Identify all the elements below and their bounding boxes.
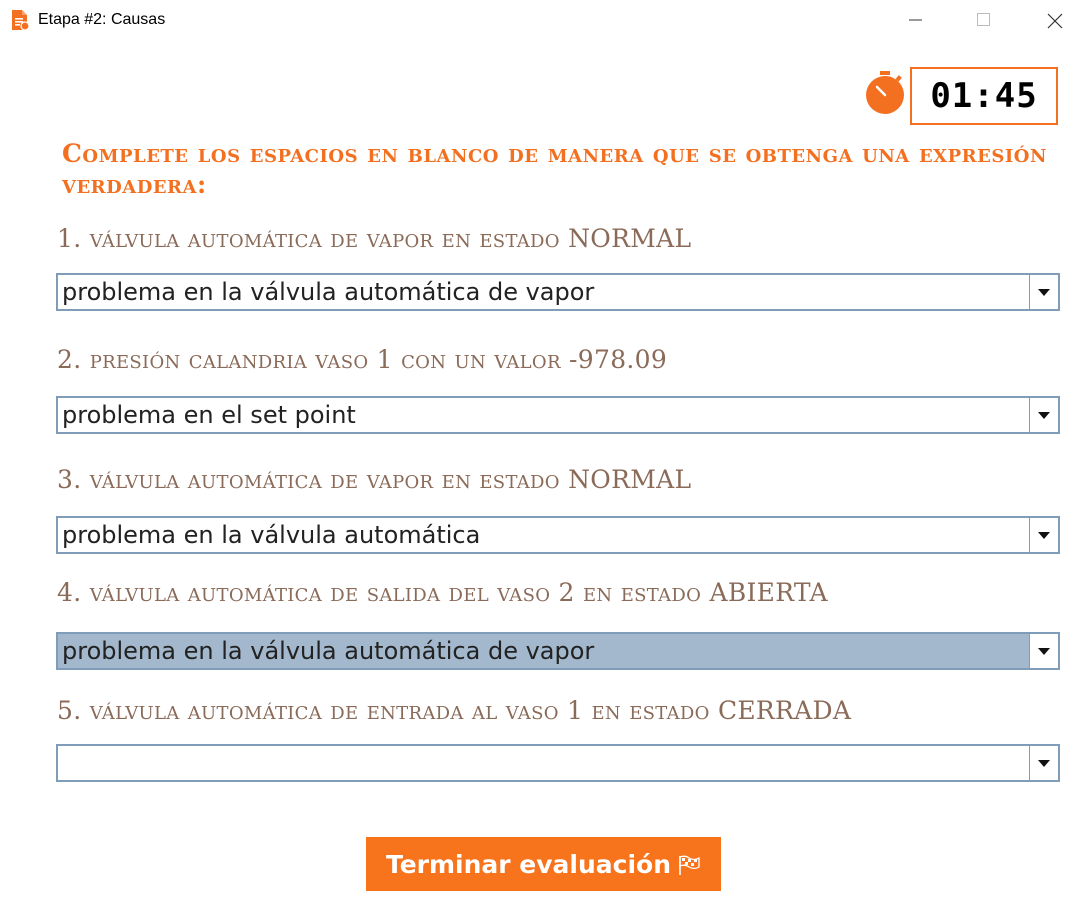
answer-4-dropdown[interactable]: problema en la válvula automática de vap… [56,632,1060,670]
answer-3-value: problema en la válvula automática [62,521,481,549]
question-3-label: 3. válvula automática de vapor en estado… [57,465,692,494]
chevron-down-icon [1038,289,1050,296]
title-bar: Etapa #2: Causas [0,0,1081,40]
answer-4-value: problema en la válvula automática de vap… [62,637,595,665]
close-button[interactable] [1031,4,1077,36]
question-4-label: 4. válvula automática de salida del vaso… [57,578,828,607]
checkered-flag-icon [677,853,701,875]
chevron-down-icon [1038,648,1050,655]
timer-value: 01:45 [930,76,1038,116]
question-1-label: 1. válvula automática de vapor en estado… [57,224,692,253]
minimize-button[interactable] [893,4,939,36]
finish-evaluation-button[interactable]: Terminar evaluación [366,837,721,891]
answer-3-dropdown[interactable]: problema en la válvula automática [56,516,1060,554]
maximize-icon [977,13,990,26]
answer-1-dropdown[interactable]: problema en la válvula automática de vap… [56,273,1060,311]
answer-2-dropdown-button[interactable] [1029,398,1058,432]
answer-2-dropdown[interactable]: problema en el set point [56,396,1060,434]
answer-4-value-area[interactable]: problema en la válvula automática de vap… [58,634,1030,668]
answer-4-dropdown-button[interactable] [1029,634,1058,668]
question-5-label: 5. válvula automática de entrada al vaso… [57,696,852,725]
answer-1-dropdown-button[interactable] [1029,275,1058,309]
document-app-icon [10,9,30,31]
stopwatch-icon [864,68,908,116]
timer-display: 01:45 [910,67,1058,125]
question-2-label: 2. presión calandria vaso 1 con un valor… [57,345,668,374]
answer-2-value-area[interactable]: problema en el set point [58,398,1030,432]
maximize-button[interactable] [961,4,1007,36]
answer-1-value-area[interactable]: problema en la válvula automática de vap… [58,275,1030,309]
answer-1-value: problema en la válvula automática de vap… [62,278,595,306]
chevron-down-icon [1038,760,1050,767]
chevron-down-icon [1038,412,1050,419]
window-title: Etapa #2: Causas [38,11,166,28]
answer-5-dropdown[interactable] [56,744,1060,782]
instructions-heading: Complete los espacios en blanco de maner… [62,139,1047,199]
answer-5-value-area[interactable] [58,746,1030,780]
answer-3-value-area[interactable]: problema en la válvula automática [58,518,1030,552]
minimize-icon [909,19,922,21]
answer-2-value: problema en el set point [62,401,356,429]
close-icon [1047,13,1063,29]
answer-5-dropdown-button[interactable] [1029,746,1058,780]
answer-3-dropdown-button[interactable] [1029,518,1058,552]
chevron-down-icon [1038,532,1050,539]
finish-evaluation-label: Terminar evaluación [385,849,672,879]
